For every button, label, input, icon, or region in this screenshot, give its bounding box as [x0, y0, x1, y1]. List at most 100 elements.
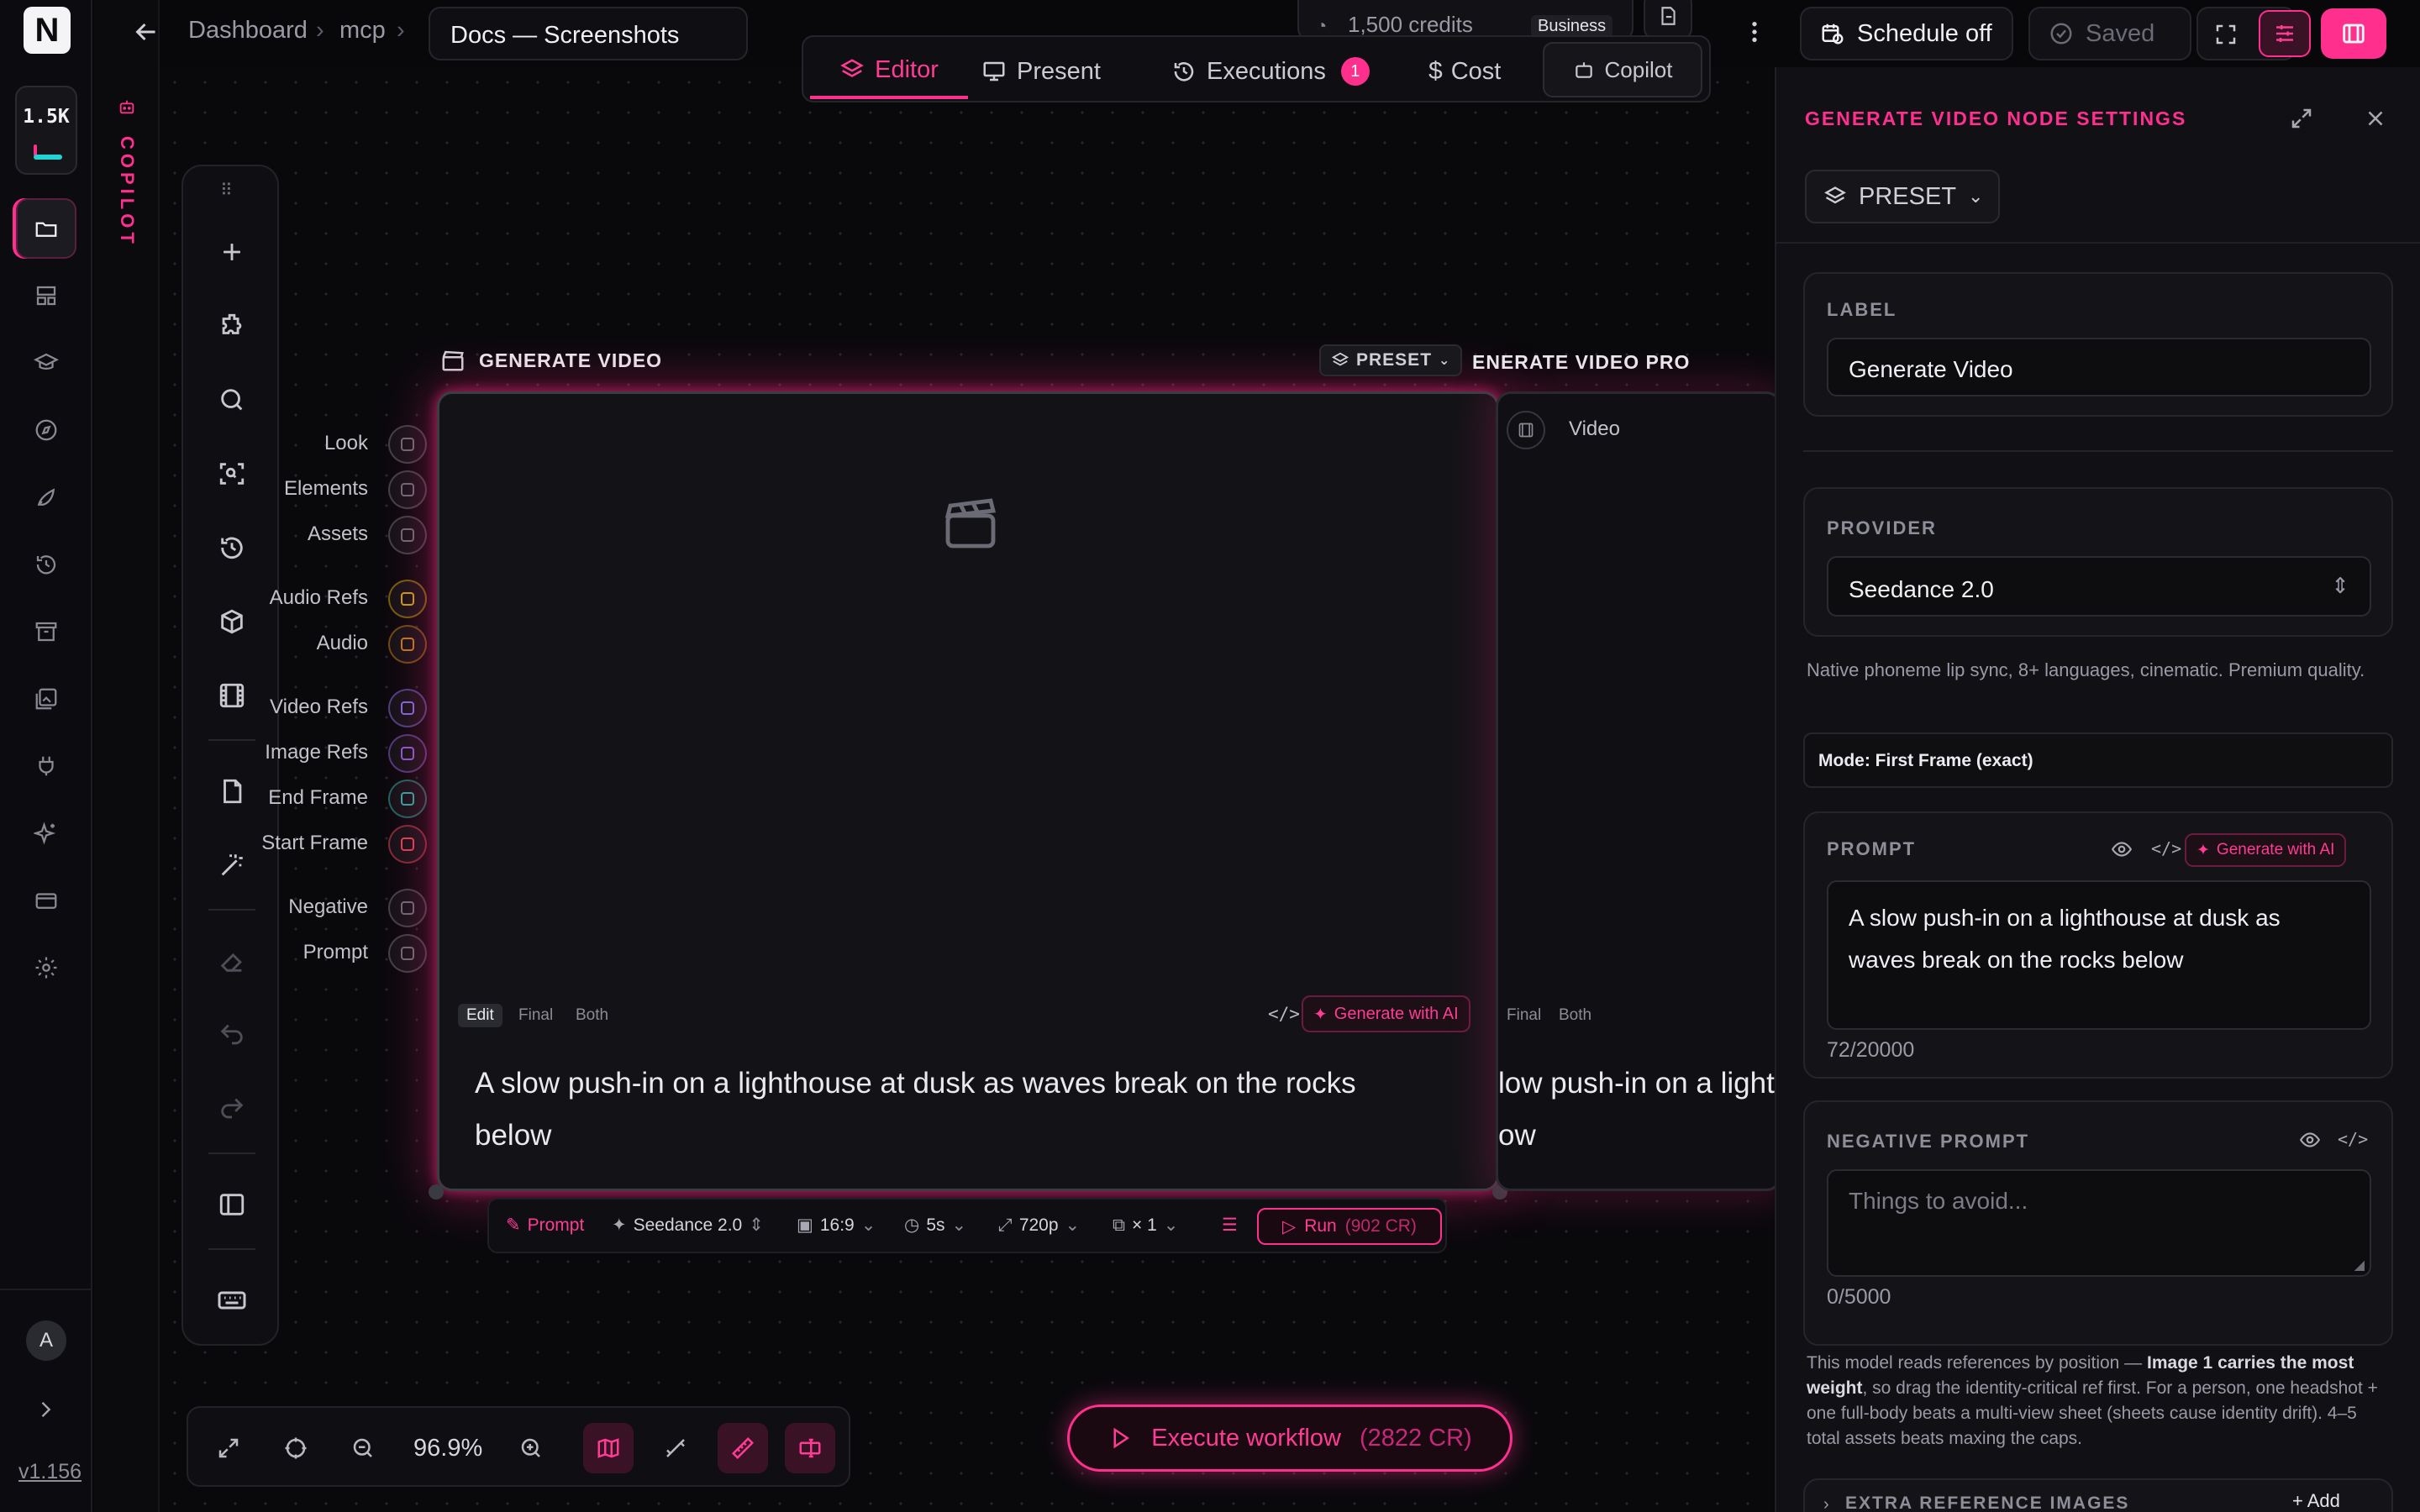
nav-settings[interactable] [16, 937, 76, 998]
aspect-ratio-select[interactable]: ▣ 16:9 ⌄ [797, 1215, 876, 1236]
panel-expand-button[interactable] [2289, 106, 2314, 131]
node-prompt-text[interactable]: A slow push-in on a lighthouse at dusk a… [475, 1058, 1433, 1162]
avatar[interactable]: A [26, 1320, 66, 1361]
nav-explore[interactable] [16, 400, 76, 460]
port-video-refs[interactable] [388, 689, 427, 727]
negative-prompt-textarea[interactable]: Things to avoid... ◢ [1827, 1169, 2371, 1277]
more-menu-button[interactable] [1741, 18, 1768, 45]
video-output-port[interactable] [1507, 411, 1545, 449]
ruler-toggle[interactable] [718, 1423, 768, 1473]
add-extra-ref-button[interactable]: + Add [2292, 1490, 2340, 1512]
zoom-out-button[interactable] [338, 1423, 388, 1473]
port-image-refs[interactable] [388, 734, 427, 773]
duration-select[interactable]: ◷ 5s ⌄ [904, 1215, 966, 1236]
nav-launch[interactable] [16, 467, 76, 528]
preset-dropdown[interactable]: PRESET ⌄ [1805, 170, 2000, 223]
view-final[interactable]: Final [510, 1004, 561, 1027]
export-button[interactable] [1644, 0, 1692, 40]
nav-dashboard[interactable] [16, 265, 76, 326]
code-view-button[interactable]: </> [1268, 1004, 1300, 1024]
tab-executions[interactable]: Executions 1 [1171, 44, 1370, 99]
breadcrumb-mcp[interactable]: mcp [339, 17, 386, 45]
plugins-button[interactable] [208, 302, 255, 349]
view-both[interactable]: Both [567, 1004, 617, 1027]
credits-chip[interactable]: ◔ 1,500 credits Business [1297, 0, 1634, 40]
resize-handle[interactable] [429, 1184, 444, 1200]
doc-title-field[interactable]: Docs — Screenshots [429, 7, 748, 60]
schedule-button[interactable]: Schedule off [1800, 7, 2013, 60]
drag-handle[interactable]: ⠿ [220, 180, 234, 201]
zoom-level[interactable]: 96.9% [413, 1435, 482, 1462]
execute-workflow-button[interactable]: Execute workflow (2822 CR) [1067, 1404, 1512, 1472]
port-prompt[interactable] [388, 934, 427, 973]
nav-learn[interactable] [16, 333, 76, 393]
nav-ai[interactable] [16, 803, 76, 864]
minimap-toggle[interactable] [583, 1423, 634, 1473]
copilot-strip[interactable]: COPILOT [94, 0, 160, 1512]
panel-layout-button[interactable] [2321, 8, 2386, 59]
node-settings-button[interactable]: ☰ [1222, 1215, 1238, 1236]
prompt-generate-with-ai-button[interactable]: ✦ Generate with AI [2185, 833, 2347, 867]
prompt-code-button[interactable]: </> [2151, 838, 2181, 858]
expand-rail-button[interactable] [34, 1398, 57, 1421]
keyboard-shortcuts-button[interactable] [208, 1277, 255, 1324]
snap-toggle[interactable] [650, 1423, 701, 1473]
tab-copilot[interactable]: Copilot [1543, 42, 1702, 97]
view-edit[interactable]: Edit [458, 1004, 502, 1027]
credits-meter[interactable]: 1.5K [15, 86, 77, 175]
provider-select[interactable]: Seedance 2.0 ⇕ [1827, 556, 2371, 617]
port-start-frame[interactable] [388, 825, 427, 864]
generate-video-pro-node[interactable]: Video Final Both low push-in on a light … [1496, 391, 1781, 1191]
zoom-in-button[interactable] [506, 1423, 556, 1473]
tab-cost[interactable]: $ Cost [1428, 44, 1501, 99]
nav-gallery[interactable] [16, 669, 76, 729]
extra-reference-images-card[interactable]: › EXTRA REFERENCE IMAGES + Add [1803, 1478, 2393, 1512]
logo[interactable]: N [24, 7, 71, 54]
node2-view-both[interactable]: Both [1550, 1004, 1600, 1027]
nav-history[interactable] [16, 534, 76, 595]
port-elements[interactable] [388, 470, 427, 509]
nav-billing[interactable] [16, 870, 76, 931]
align-toggle[interactable] [785, 1423, 835, 1473]
node2-preset-button[interactable]: PRESET ⌄ [1319, 344, 1463, 376]
check-circle-icon [2050, 23, 2072, 45]
port-end-frame[interactable] [388, 780, 427, 818]
sidebar-toggle-button[interactable] [208, 1181, 255, 1228]
back-button[interactable] [131, 17, 161, 47]
mode-field[interactable]: Mode: First Frame (exact) [1803, 732, 2393, 788]
settings-panel-toggle[interactable] [2259, 10, 2311, 57]
tab-editor[interactable]: Editor [810, 44, 968, 99]
generate-with-ai-button[interactable]: ✦ Generate with AI [1302, 995, 1470, 1032]
panel-close-button[interactable] [2363, 106, 2388, 131]
label-input[interactable]: Generate Video [1827, 338, 2371, 396]
port-audio[interactable] [388, 625, 427, 664]
search-button[interactable] [208, 376, 255, 423]
nav-integrations[interactable] [16, 736, 76, 796]
model-select[interactable]: ✦ Seedance 2.0 ⇕ [612, 1215, 764, 1236]
add-node-button[interactable] [208, 228, 255, 276]
prompt-textarea[interactable]: A slow push-in on a lighthouse at dusk a… [1827, 880, 2371, 1030]
undo-button[interactable] [208, 1011, 255, 1058]
port-look[interactable] [388, 425, 427, 464]
run-button[interactable]: ▷ Run (902 CR) [1257, 1208, 1442, 1245]
port-negative[interactable] [388, 889, 427, 927]
breadcrumb-dashboard[interactable]: Dashboard [188, 17, 308, 45]
negative-preview-button[interactable] [2299, 1129, 2321, 1151]
node-header[interactable]: GENERATE VIDEO [440, 348, 662, 373]
dollar-icon: $ [1428, 57, 1443, 85]
negative-code-button[interactable]: </> [2338, 1129, 2368, 1149]
redo-button[interactable] [208, 1085, 255, 1132]
prompt-preview-button[interactable] [2111, 838, 2133, 860]
center-view-button[interactable] [271, 1423, 321, 1473]
nav-archive[interactable] [16, 601, 76, 662]
tab-present[interactable]: Present [981, 44, 1101, 99]
port-audio-refs[interactable] [388, 580, 427, 618]
port-assets[interactable] [388, 516, 427, 554]
prompt-toggle[interactable]: ✎ Prompt [506, 1215, 584, 1236]
generate-video-node[interactable]: Edit Final Both </> ✦ Generate with AI A … [437, 391, 1499, 1191]
count-select[interactable]: ⧉ × 1 ⌄ [1113, 1215, 1178, 1236]
node2-view-final[interactable]: Final [1498, 1004, 1549, 1027]
resolution-select[interactable]: ⤢ 720p ⌄ [998, 1215, 1080, 1236]
nav-workflows[interactable] [16, 198, 76, 259]
fit-view-button[interactable] [203, 1423, 254, 1473]
